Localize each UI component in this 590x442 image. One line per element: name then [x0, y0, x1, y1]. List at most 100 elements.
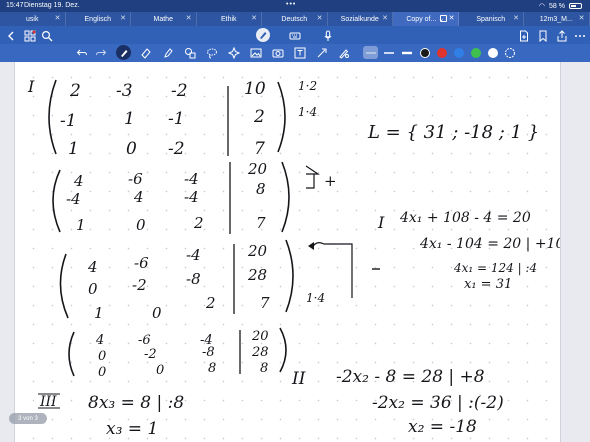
eraser-icon[interactable] — [140, 47, 152, 59]
page-grid-icon[interactable] — [24, 29, 36, 42]
close-icon[interactable]: ✕ — [449, 15, 455, 22]
pen-settings-icon[interactable] — [338, 47, 350, 59]
highlighter-icon[interactable] — [162, 47, 174, 59]
share-icon[interactable] — [556, 29, 568, 42]
close-icon[interactable]: ✕ — [382, 14, 388, 22]
m3-cell: 1 — [94, 304, 104, 322]
keyboard-icon[interactable] — [289, 29, 301, 41]
m1-cell: -1 — [60, 111, 77, 131]
color-green-swatch[interactable] — [471, 48, 481, 58]
undo-icon[interactable] — [76, 47, 88, 59]
drawing-toolbar — [0, 44, 590, 62]
m4-cell: 0 — [156, 363, 164, 378]
tab-ethik[interactable]: Ethik ✕ — [197, 12, 262, 26]
tab-actions: ✕ — [439, 15, 455, 22]
color-black-swatch[interactable] — [420, 48, 430, 58]
m4-cell: -6 — [138, 333, 151, 348]
camera-icon[interactable] — [272, 47, 284, 59]
close-icon[interactable]: ✕ — [317, 14, 323, 22]
tab-mathe[interactable]: Mathe ✕ — [131, 12, 197, 26]
shapes-icon[interactable] — [184, 47, 196, 59]
row-op-arrow — [311, 242, 353, 298]
tab-12m3[interactable]: 12m3_M... ✕ — [524, 12, 590, 26]
thin-line-icon[interactable] — [365, 47, 377, 59]
m3-cell: 0 — [152, 304, 162, 322]
close-icon[interactable]: ✕ — [579, 14, 585, 22]
tab-musik[interactable]: usik ✕ — [0, 12, 66, 26]
m2-cell: -4 — [184, 188, 199, 206]
back-icon[interactable] — [5, 29, 17, 41]
tab-englisch[interactable]: Englisch ✕ — [66, 12, 131, 26]
left-paren — [52, 169, 61, 233]
status-right: ◠ 58 % — [539, 2, 582, 10]
medium-line-icon[interactable] — [383, 47, 395, 59]
m1-cell: -2 — [171, 81, 188, 101]
left-page-margin — [0, 62, 15, 442]
m2-cell: 0 — [136, 216, 146, 234]
split-view-icon[interactable] — [439, 15, 447, 22]
color-red-swatch[interactable] — [437, 48, 447, 58]
color-white-swatch[interactable] — [488, 48, 498, 58]
tab-sozialkunde[interactable]: Sozialkunde ✕ — [328, 12, 393, 26]
m1-cell: 0 — [126, 139, 137, 159]
pen-tool-icon[interactable] — [118, 47, 130, 59]
lasso-icon[interactable] — [206, 47, 218, 59]
tab-spanisch[interactable]: Spanisch ✕ — [459, 12, 524, 26]
row-op: 1·2 — [298, 79, 317, 93]
close-icon[interactable]: ✕ — [251, 14, 257, 22]
equation-line: x₂ = -18 — [408, 417, 477, 437]
tab-copy-of[interactable]: Copy of... ⌄ ✕ — [393, 12, 459, 26]
wifi-icon: ◠ — [538, 3, 546, 10]
equation-line: 4x₁ + 108 - 4 = 20 — [399, 210, 531, 226]
close-icon[interactable]: ✕ — [55, 14, 61, 22]
m3-cell: 20 — [247, 242, 268, 260]
m2-cell: 8 — [256, 180, 266, 198]
equation-line: 4x₁ = 124 | :4 — [453, 261, 537, 275]
m3-cell: 28 — [247, 266, 267, 284]
more-icon[interactable] — [574, 29, 586, 41]
tab-label: Englisch — [84, 15, 111, 23]
right-paren — [281, 161, 290, 233]
status-date: Dienstag 19. Dez. — [24, 2, 80, 9]
m3-cell: 7 — [260, 294, 270, 312]
m2-cell: -6 — [128, 170, 143, 188]
tab-label: usik — [26, 15, 39, 23]
tab-deutsch[interactable]: Deutsch ✕ — [262, 12, 328, 26]
element-icon[interactable] — [228, 47, 240, 59]
status-bar: 15:47 Dienstag 19. Dez. ••• ◠ 58 % — [0, 0, 590, 12]
multitasking-dots-icon[interactable]: ••• — [286, 1, 296, 8]
close-icon[interactable]: ✕ — [513, 14, 519, 22]
pen-mode-icon[interactable] — [256, 28, 270, 42]
right-paren — [279, 327, 287, 373]
microphone-icon[interactable] — [322, 29, 334, 41]
m2-cell: 1 — [76, 216, 86, 234]
search-icon[interactable] — [41, 29, 53, 42]
m1-cell: -2 — [168, 139, 185, 159]
close-icon[interactable]: ✕ — [120, 14, 126, 22]
right-paren — [277, 81, 286, 153]
handwritten-notes[interactable]: I 2 -3 -2 10 -1 1 -1 7 2 1 0 -2 7 1·2 1·… — [16, 62, 560, 442]
thick-line-icon[interactable] — [401, 47, 413, 59]
equation-line: 4x₁ - 104 = 20 | +104 — [419, 236, 560, 252]
m4-cell: -2 — [144, 347, 157, 362]
step-label: I — [377, 213, 385, 232]
navigation-bar — [0, 26, 590, 44]
m4-cell: 0 — [98, 365, 106, 380]
image-icon[interactable] — [250, 47, 262, 59]
add-page-icon[interactable] — [518, 29, 530, 42]
close-icon[interactable]: ✕ — [186, 14, 192, 22]
left-paren — [59, 253, 69, 319]
tab-label: Mathe — [153, 15, 173, 23]
left-paren — [48, 79, 57, 155]
color-blue-swatch[interactable] — [454, 48, 464, 58]
color-picker-icon[interactable] — [504, 47, 516, 59]
right-paren — [285, 239, 294, 313]
pointer-icon[interactable] — [316, 47, 328, 59]
text-box-icon[interactable] — [294, 47, 306, 59]
notebook-tab-bar: usik ✕ Englisch ✕ Mathe ✕ Ethik ✕ Deutsch ✕ S… — [0, 12, 590, 26]
equation-line: x₁ = 31 — [464, 277, 512, 292]
row-op: 1·4 — [306, 291, 325, 305]
redo-icon[interactable] — [95, 47, 107, 59]
bookmark-icon[interactable] — [537, 29, 549, 43]
equation-line: 8x₃ = 8 | :8 — [88, 393, 184, 413]
